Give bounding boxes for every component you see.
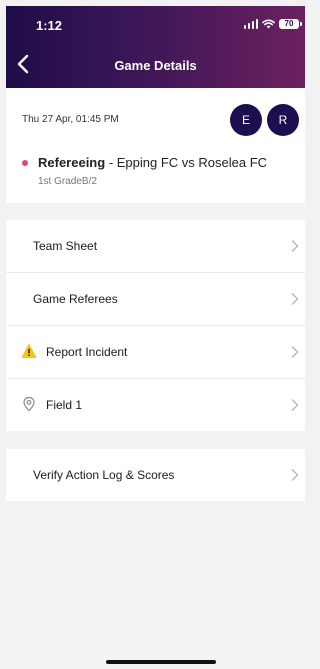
field-row[interactable]: Field 1 — [6, 379, 305, 431]
location-pin-icon — [23, 396, 35, 412]
chevron-right-icon — [291, 293, 299, 305]
battery-icon: 70 — [279, 19, 302, 29]
game-title: Refereeing - Epping FC vs Roselea FC — [38, 155, 267, 170]
status-indicators: 70 — [243, 19, 302, 29]
status-dot — [22, 160, 28, 166]
game-referees-row[interactable]: Game Referees — [6, 273, 305, 326]
game-info-card: Thu 27 Apr, 01:45 PM E R Refereeing - Ep… — [6, 88, 305, 203]
game-options-list: Team Sheet Game Referees Report Incident… — [6, 220, 305, 431]
chevron-right-icon — [291, 346, 299, 358]
header-bar: 1:12 70 Game Details — [6, 6, 305, 88]
game-referees-label: Game Referees — [33, 292, 118, 306]
avatar-r[interactable]: R — [267, 104, 299, 136]
home-indicator[interactable] — [106, 660, 216, 664]
report-incident-label: Report Incident — [46, 345, 128, 359]
status-time: 1:12 — [36, 18, 63, 33]
warning-icon — [21, 344, 37, 358]
signal-icon — [243, 19, 258, 29]
field-label: Field 1 — [46, 398, 83, 412]
report-incident-row[interactable]: Report Incident — [6, 326, 305, 379]
app-screen: 1:12 70 Game Details Thu 27 Apr, 01:45 P… — [6, 6, 305, 669]
game-role: Refereeing — [38, 155, 106, 170]
chevron-right-icon — [291, 399, 299, 411]
verify-action-log-row[interactable]: Verify Action Log & Scores — [6, 449, 305, 501]
game-datetime: Thu 27 Apr, 01:45 PM — [22, 114, 119, 125]
wifi-icon — [262, 19, 275, 29]
team-sheet-label: Team Sheet — [33, 239, 98, 253]
team-sheet-row[interactable]: Team Sheet — [6, 220, 305, 273]
chevron-right-icon — [291, 469, 299, 481]
page-title: Game Details — [114, 58, 197, 73]
verify-action-log-label: Verify Action Log & Scores — [33, 468, 175, 482]
game-grade: 1st GradeB/2 — [38, 176, 97, 187]
game-matchup: Epping FC vs Roselea FC — [116, 155, 268, 170]
chevron-right-icon — [291, 240, 299, 252]
game-title-separator: - — [105, 155, 117, 170]
verify-list: Verify Action Log & Scores — [6, 449, 305, 501]
avatar-e[interactable]: E — [230, 104, 262, 136]
